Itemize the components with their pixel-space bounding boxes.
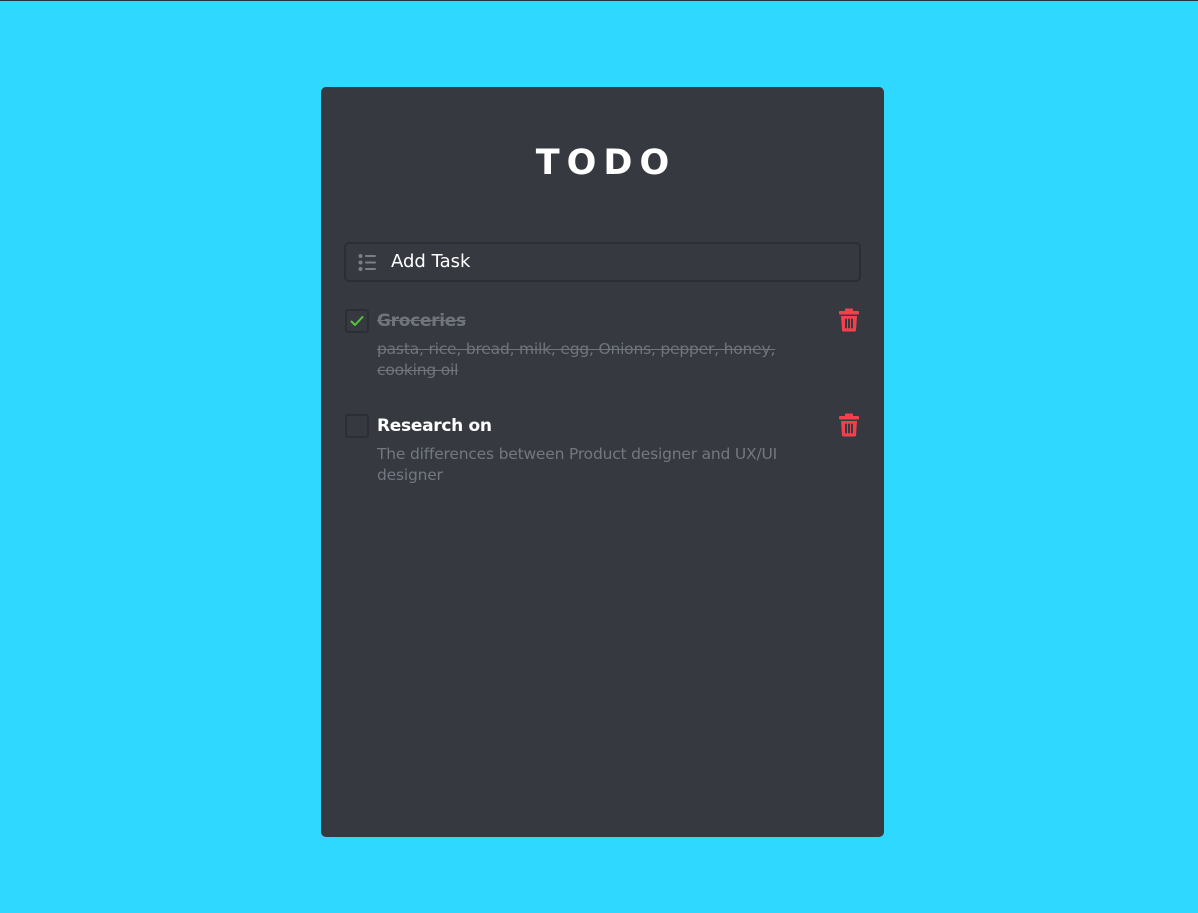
todo-card: TODO Add Task Groceries pasta, rice, bre…	[321, 87, 884, 837]
add-task-placeholder: Add Task	[391, 251, 471, 272]
list-icon	[358, 252, 378, 272]
task-checkbox-checked[interactable]	[345, 309, 369, 333]
check-icon	[350, 312, 364, 331]
task-title: Groceries	[377, 311, 466, 331]
trash-icon[interactable]	[838, 308, 860, 332]
app-title: TODO	[535, 143, 677, 183]
task-title: Research on	[377, 416, 492, 436]
task-description: pasta, rice, bread, milk, egg, Onions, p…	[377, 340, 776, 379]
task-checkbox[interactable]	[345, 414, 369, 438]
trash-icon[interactable]	[838, 413, 860, 437]
add-task-input[interactable]: Add Task	[344, 242, 861, 282]
task-description: The differences between Product designer…	[377, 445, 777, 484]
